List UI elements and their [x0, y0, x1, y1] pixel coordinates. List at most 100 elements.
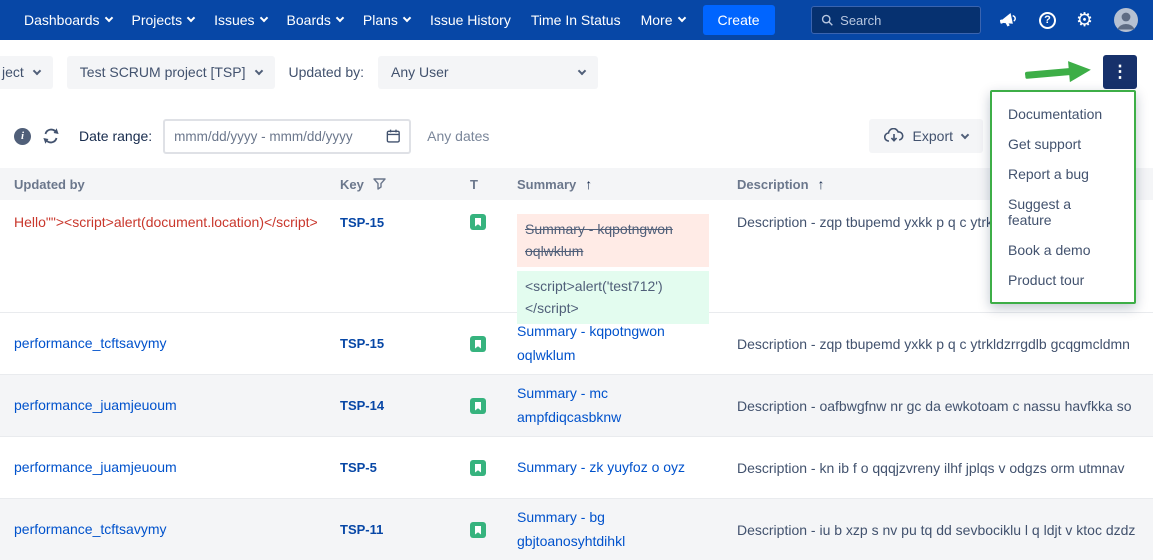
updated-by-link[interactable]: performance_juamjeuoum [14, 397, 177, 413]
table-row: performance_tcftsavymy TSP-11 Summary - … [0, 499, 1153, 560]
header-summary[interactable]: Summary ↑ [503, 176, 723, 192]
menu-item-documentation[interactable]: Documentation [992, 99, 1134, 129]
chevron-down-icon [254, 67, 262, 75]
menu-item-get-support[interactable]: Get support [992, 129, 1134, 159]
description-text: Description - iu b xzp s nv pu tq dd sev… [723, 522, 1153, 538]
help-icon: ? [1039, 12, 1056, 29]
nav-projects[interactable]: Projects [122, 6, 205, 34]
issue-table: Updated by Key T Summary ↑ Description ↑… [0, 168, 1153, 560]
help-button[interactable]: ? [1039, 12, 1056, 29]
toolbar: i Date range: Any dates Export [0, 104, 1153, 168]
issue-key-link[interactable]: TSP-15 [340, 336, 384, 351]
filter-icon[interactable] [373, 178, 386, 190]
gear-icon: ⚙ [1076, 11, 1093, 30]
kebab-dropdown-menu: Documentation Get support Report a bug S… [990, 90, 1136, 304]
summary-link[interactable]: Summary - bg gbjtoanosyhtdihkl [517, 506, 695, 554]
refresh-button[interactable] [42, 127, 60, 145]
menu-item-suggest-a-feature[interactable]: Suggest a feature [992, 189, 1134, 235]
menu-item-product-tour[interactable]: Product tour [992, 265, 1134, 295]
header-label: Key [340, 177, 364, 192]
header-updated-by[interactable]: Updated by [0, 177, 326, 192]
settings-button[interactable]: ⚙ [1076, 11, 1093, 30]
updated-by-link[interactable]: performance_juamjeuoum [14, 459, 177, 475]
chevron-down-icon [578, 67, 586, 75]
project-filter-dropdown[interactable]: ject [0, 56, 53, 89]
nav-time-in-status[interactable]: Time In Status [521, 6, 631, 34]
story-type-icon [470, 398, 486, 414]
issue-key-link[interactable]: TSP-15 [340, 215, 384, 230]
chevron-down-icon [403, 14, 411, 22]
nav-more[interactable]: More [631, 6, 695, 34]
project-selector-value: Test SCRUM project [TSP] [80, 64, 246, 80]
chevron-down-icon [187, 14, 195, 22]
header-key[interactable]: Key [326, 177, 456, 192]
summary-link[interactable]: Summary - kqpotngwon oqlwklum [517, 320, 695, 368]
avatar [1113, 7, 1139, 33]
search-box [811, 6, 981, 34]
table-header-row: Updated by Key T Summary ↑ Description ↑ [0, 168, 1153, 200]
nav-label: Projects [132, 12, 183, 28]
sort-ascending-icon[interactable]: ↑ [818, 176, 825, 192]
profile-button[interactable] [1113, 7, 1139, 33]
megaphone-icon [997, 9, 1020, 31]
table-row: performance_juamjeuoum TSP-14 Summary - … [0, 375, 1153, 437]
header-label: Description [737, 177, 809, 192]
summary-diff-cell: Summary - kqpotngwon oqlwklum <script>al… [503, 214, 723, 324]
summary-added-text: <script>alert('test712') </script> [517, 271, 709, 324]
issue-key-link[interactable]: TSP-5 [340, 460, 377, 475]
announcements-button[interactable] [999, 11, 1019, 29]
date-range-label: Date range: [79, 128, 152, 144]
updated-by-link[interactable]: performance_tcftsavymy [14, 335, 167, 351]
annotation-arrow [1024, 56, 1094, 89]
kebab-menu-button[interactable]: ⋮ [1103, 55, 1137, 89]
nav-label: Boards [287, 12, 331, 28]
calendar-icon[interactable] [386, 128, 401, 144]
nav-issues[interactable]: Issues [204, 6, 276, 34]
nav-dashboards[interactable]: Dashboards [14, 6, 122, 34]
nav-label: Issues [214, 12, 254, 28]
export-button[interactable]: Export [869, 119, 983, 153]
menu-item-report-a-bug[interactable]: Report a bug [992, 159, 1134, 189]
chevron-down-icon [259, 14, 267, 22]
create-button[interactable]: Create [703, 5, 775, 35]
menu-item-book-a-demo[interactable]: Book a demo [992, 235, 1134, 265]
description-text: Description - kn ib f o qqqjzvreny ilhf … [723, 460, 1153, 476]
description-text: Description - oafbwgfnw nr gc da ewkotoa… [723, 398, 1153, 414]
updated-by-link[interactable]: Hello""><script>alert(document.location)… [14, 214, 318, 230]
summary-link[interactable]: Summary - zk yuyfoz o oyz [517, 456, 685, 480]
updated-by-link[interactable]: performance_tcftsavymy [14, 521, 167, 537]
cloud-download-icon [884, 128, 904, 144]
header-label: Updated by [14, 177, 85, 192]
chevron-down-icon [336, 14, 344, 22]
nav-label: Issue History [430, 12, 511, 28]
nav-issue-history[interactable]: Issue History [420, 6, 521, 34]
nav-plans[interactable]: Plans [353, 6, 420, 34]
any-dates-label: Any dates [427, 128, 489, 144]
chevron-down-icon [961, 131, 969, 139]
updated-by-dropdown[interactable]: Any User [378, 56, 598, 89]
info-icon[interactable]: i [14, 128, 31, 145]
filter-bar: ject Test SCRUM project [TSP] Updated by… [0, 40, 1153, 104]
search-input[interactable] [840, 13, 971, 28]
project-filter-label: ject [2, 64, 24, 80]
story-type-icon [470, 336, 486, 352]
story-type-icon [470, 214, 486, 230]
date-range-input[interactable] [174, 129, 379, 144]
nav-label: Time In Status [531, 12, 621, 28]
export-label: Export [913, 128, 953, 144]
nav-boards[interactable]: Boards [277, 6, 353, 34]
issue-key-link[interactable]: TSP-14 [340, 398, 384, 413]
refresh-icon [42, 127, 60, 145]
nav-label: Dashboards [24, 12, 100, 28]
header-label: Summary [517, 177, 576, 192]
date-range-field [163, 119, 411, 154]
updated-by-filter-label: Updated by: [289, 64, 365, 80]
sort-ascending-icon[interactable]: ↑ [585, 176, 592, 192]
header-type[interactable]: T [456, 177, 503, 192]
story-type-icon [470, 522, 486, 538]
project-selector-dropdown[interactable]: Test SCRUM project [TSP] [67, 56, 275, 89]
summary-link[interactable]: Summary - mc ampfdiqcasbknw [517, 382, 695, 430]
issue-key-link[interactable]: TSP-11 [340, 522, 383, 537]
nav-icon-cluster: ? ⚙ [999, 7, 1139, 33]
chevron-down-icon [33, 67, 41, 75]
